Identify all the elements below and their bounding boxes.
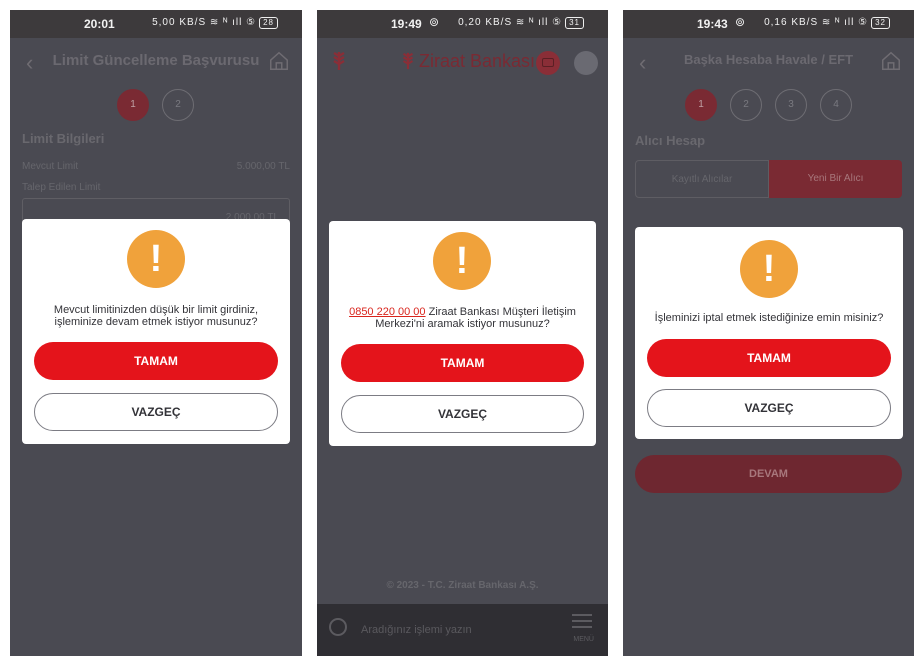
- status-bar: 20:01 5,00 KB/S ≋ ᴺ ıll ⑤ 28: [10, 10, 302, 38]
- warning-icon: !: [740, 240, 798, 298]
- status-signal: 0,20 KB/S ≋ ᴺ ıll ⑤: [458, 17, 563, 28]
- battery-icon: 28: [259, 17, 278, 29]
- step-indicator: 1 2 3 4: [623, 89, 914, 123]
- step-2: 2: [730, 89, 762, 121]
- copyright-text: © 2023 - T.C. Ziraat Bankası A.Ş.: [386, 580, 539, 591]
- battery-icon: 31: [565, 17, 584, 29]
- tab-saved-recipients[interactable]: Kayıtlı Alıcılar: [635, 160, 769, 198]
- phone-number-link[interactable]: 0850 220 00 00: [349, 306, 425, 318]
- home-icon[interactable]: [268, 50, 290, 72]
- top-bar: ‹ Başka Hesaba Havale / EFT: [623, 38, 914, 86]
- top-bar: Ziraat Bankası: [317, 38, 608, 86]
- status-signal: 5,00 KB/S ≋ ᴺ ıll ⑤: [152, 17, 257, 28]
- camera-icon: ⊚: [735, 15, 746, 29]
- tab-saved-label: Kayıtlı Alıcılar: [671, 174, 733, 185]
- phone-screen-limit-update: 20:01 5,00 KB/S ≋ ᴺ ıll ⑤ 28 ‹ Limit Günc…: [10, 10, 302, 656]
- continue-button[interactable]: DEVAM: [635, 455, 902, 493]
- status-time: 19:43: [697, 17, 728, 31]
- wheat-logo-icon[interactable]: [329, 50, 349, 72]
- search-icon[interactable]: [329, 618, 347, 636]
- ok-button[interactable]: TAMAM: [34, 342, 278, 380]
- tab-new-label: Yeni Bir Alıcı: [807, 173, 864, 184]
- step-4: 4: [820, 89, 852, 121]
- status-bar: 19:49 ⊚ 0,20 KB/S ≋ ᴺ ıll ⑤ 31: [317, 10, 608, 38]
- status-time: 19:49: [391, 17, 422, 31]
- status-signal: 0,16 KB/S ≋ ᴺ ıll ⑤: [764, 17, 869, 28]
- confirm-dialog: ! 0850 220 00 00 Ziraat Bankası Müşteri …: [329, 221, 596, 446]
- dialog-message: İşleminizi iptal etmek istediğinize emin…: [654, 312, 884, 324]
- top-bar: ‹ Limit Güncelleme Başvurusu: [10, 38, 302, 86]
- cancel-button[interactable]: VAZGEÇ: [341, 395, 584, 433]
- warning-icon: !: [127, 230, 185, 288]
- current-limit-label: Mevcut Limit: [22, 161, 79, 172]
- cancel-button[interactable]: VAZGEÇ: [647, 389, 891, 427]
- phone-screen-call-center: 19:49 ⊚ 0,20 KB/S ≋ ᴺ ıll ⑤ 31 Ziraat Ban…: [317, 10, 608, 656]
- menu-icon[interactable]: [572, 614, 592, 632]
- status-icons: 5,00 KB/S ≋ ᴺ ıll ⑤ 28: [152, 17, 278, 29]
- requested-limit-label: Talep Edilen Limit: [22, 182, 101, 193]
- brand-logo-icon: [402, 52, 414, 70]
- confirm-dialog: ! İşleminizi iptal etmek istediğinize em…: [635, 227, 903, 439]
- status-icons: 0,20 KB/S ≋ ᴺ ıll ⑤ 31: [458, 17, 584, 29]
- camera-icon: ⊚: [429, 15, 440, 29]
- step-indicator: 1 2: [10, 89, 302, 123]
- ok-button[interactable]: TAMAM: [341, 344, 584, 382]
- section-title: Limit Bilgileri: [22, 131, 105, 146]
- chat-icon[interactable]: [536, 51, 560, 75]
- profile-icon[interactable]: [574, 51, 598, 75]
- current-limit-value: 5.000,00 TL: [236, 161, 290, 172]
- step-1: 1: [685, 89, 717, 121]
- step-2: 2: [162, 89, 194, 121]
- page-title: Limit Güncelleme Başvurusu: [52, 52, 260, 69]
- bottom-bar: Aradığınız işlemi yazın MENÜ: [317, 604, 608, 656]
- tab-new-recipient[interactable]: Yeni Bir Alıcı: [769, 160, 902, 198]
- warning-icon: !: [433, 232, 491, 290]
- step-3: 3: [775, 89, 807, 121]
- confirm-dialog: ! Mevcut limitinizden düşük bir limit gi…: [22, 219, 290, 444]
- page-title: Başka Hesaba Havale / EFT: [683, 52, 854, 67]
- cancel-button[interactable]: VAZGEÇ: [34, 393, 278, 431]
- status-icons: 0,16 KB/S ≋ ᴺ ıll ⑤ 32: [764, 17, 890, 29]
- dialog-message: Mevcut limitinizden düşük bir limit gird…: [53, 304, 259, 328]
- dialog-message: 0850 220 00 00 Ziraat Bankası Müşteri İl…: [343, 306, 582, 330]
- ok-button[interactable]: TAMAM: [647, 339, 891, 377]
- status-time: 20:01: [84, 17, 115, 31]
- step-1: 1: [117, 89, 149, 121]
- home-icon[interactable]: [880, 50, 902, 72]
- menu-label: MENÜ: [573, 636, 594, 643]
- section-title: Alıcı Hesap: [635, 133, 706, 148]
- brand-name: Ziraat Bankası: [419, 51, 536, 71]
- search-input[interactable]: Aradığınız işlemi yazın: [361, 624, 472, 636]
- status-bar: 19:43 ⊚ 0,16 KB/S ≋ ᴺ ıll ⑤ 32: [623, 10, 914, 38]
- phone-screen-transfer: 19:43 ⊚ 0,16 KB/S ≋ ᴺ ıll ⑤ 32 ‹ Başka He…: [623, 10, 914, 656]
- battery-icon: 32: [871, 17, 890, 29]
